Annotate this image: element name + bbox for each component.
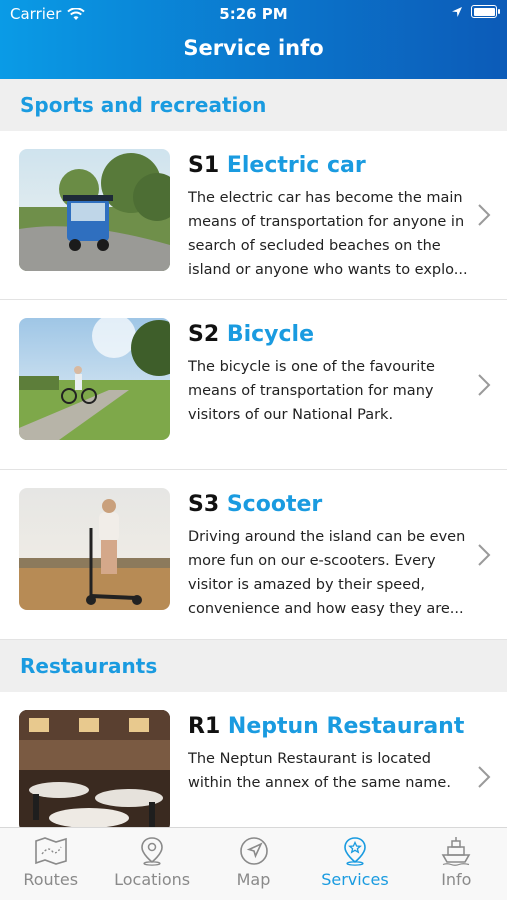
location-arrow-icon [452,6,462,17]
item-code: R1 [188,714,221,739]
item-text: S1 Electric car The electric car has bec… [188,151,473,282]
tab-bar: Routes Locations Map Services Info [0,827,507,900]
item-name: Electric car [226,153,366,178]
tab-routes[interactable]: Routes [0,828,101,900]
item-code: S2 [188,322,220,347]
item-title: R1 Neptun Restaurant [188,712,473,742]
chevron-right-icon [478,765,491,788]
services-star-icon [344,837,366,866]
tab-info[interactable]: Info [406,828,507,900]
page-title: Service info [183,36,324,60]
list-item[interactable]: S2 Bicycle The bicycle is one of the fav… [0,300,507,470]
item-description: The Neptun Restaurant is located within … [188,751,451,791]
item-description: Driving around the island can be even mo… [188,529,466,617]
item-text: S3 Scooter Driving around the island can… [188,490,473,621]
app-header: Carrier 5:26 PM Service info [0,0,507,79]
item-name: Neptun Restaurant [227,714,465,739]
list-item[interactable]: R1 Neptun Restaurant The Neptun Restaura… [0,692,507,827]
tab-services[interactable]: Services [304,828,405,900]
tab-label: Locations [114,870,191,889]
tab-label: Info [441,870,472,889]
section-header-sports: Sports and recreation [0,79,507,131]
map-icon [34,837,67,865]
item-code: S3 [188,492,220,517]
battery-icon [471,5,500,18]
location-pin-icon [141,837,163,866]
item-code: S1 [188,153,220,178]
electric-car-thumbnail [19,149,170,271]
compass-icon [239,837,268,865]
tab-locations[interactable]: Locations [101,828,202,900]
chevron-right-icon [478,204,491,226]
service-list[interactable]: Sports and recreation S1 Electric car Th… [0,79,507,827]
ship-icon [441,837,471,866]
item-name: Scooter [226,492,323,517]
scooter-thumbnail [19,488,170,610]
bicycle-thumbnail [19,318,170,440]
tab-label: Map [236,870,271,889]
tab-map[interactable]: Map [203,828,304,900]
item-title: S2 Bicycle [188,320,473,350]
item-title: S3 Scooter [188,490,473,520]
clock: 5:26 PM [219,5,288,23]
item-description: The bicycle is one of the favourite mean… [188,359,435,423]
list-item[interactable]: S3 Scooter Driving around the island can… [0,470,507,640]
item-text: S2 Bicycle The bicycle is one of the fav… [188,320,473,427]
item-title: S1 Electric car [188,151,473,181]
list-item[interactable]: S1 Electric car The electric car has bec… [0,131,507,300]
status-right [451,5,500,18]
restaurant-thumbnail [19,710,170,827]
item-text: R1 Neptun Restaurant The Neptun Restaura… [188,712,473,795]
item-name: Bicycle [226,322,315,347]
tab-label: Routes [23,870,79,889]
item-description: The electric car has become the main mea… [188,190,468,278]
status-bar: Carrier 5:26 PM [0,0,507,28]
tab-label: Services [321,870,389,889]
section-header-restaurants: Restaurants [0,640,507,692]
chevron-right-icon [478,543,491,566]
chevron-right-icon [478,373,491,396]
